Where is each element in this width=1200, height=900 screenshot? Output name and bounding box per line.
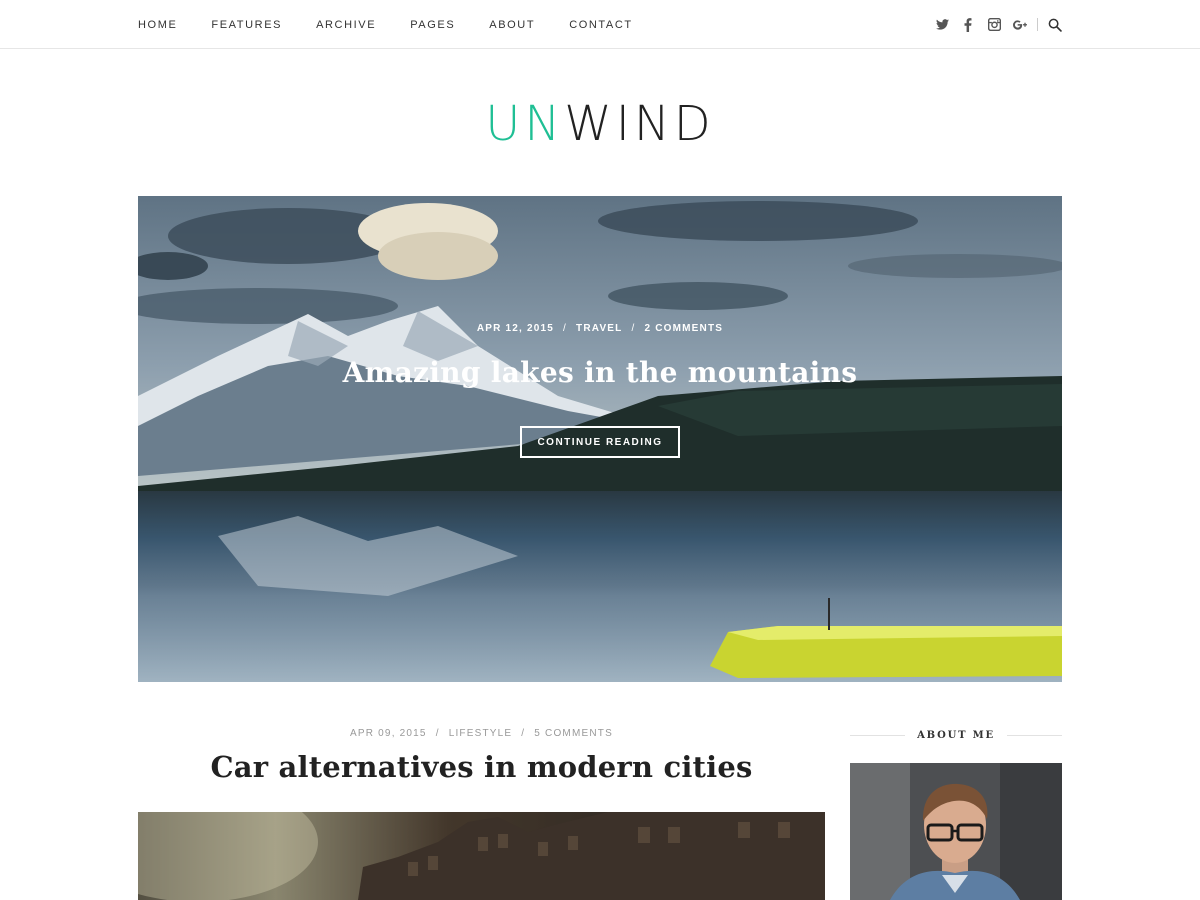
city-street-image [138,812,825,900]
continue-reading-button[interactable]: CONTINUE READING [520,426,680,458]
hero-post-meta: APR 12, 2015 / TRAVEL / 2 COMMENTS [138,323,1062,334]
top-navigation-bar: HOME FEATURES ARCHIVE PAGES ABOUT CONTAC… [0,0,1200,49]
hero-post-title[interactable]: Amazing lakes in the mountains [138,356,1062,389]
nav-item-archive[interactable]: ARCHIVE [316,19,376,31]
about-me-widget-title: ABOUT ME [850,727,1062,743]
twitter-icon[interactable] [935,18,949,32]
featured-post-hero: APR 12, 2015 / TRAVEL / 2 COMMENTS Amazing l… [138,196,1062,682]
google-plus-icon[interactable] [1013,18,1027,32]
post-meta: APR 09, 2015 / LIFESTYLE / 5 COMMENTS [138,728,825,739]
meta-separator: / [631,323,636,334]
nav-item-home[interactable]: HOME [138,19,177,31]
facebook-icon[interactable] [961,17,975,32]
hero-content: APR 12, 2015 / TRAVEL / 2 COMMENTS Amazing l… [138,196,1062,682]
meta-separator: / [563,323,568,334]
post-title[interactable]: Car alternatives in modern cities [138,750,825,784]
widget-title-text: ABOUT ME [917,729,995,741]
post-date[interactable]: APR 09, 2015 [350,728,427,739]
post-featured-image[interactable] [138,812,825,900]
search-icon[interactable] [1048,18,1062,32]
site-logo[interactable]: UNWIND [0,96,1200,152]
meta-separator: / [521,728,526,739]
social-links [923,0,1062,49]
hero-post-category[interactable]: TRAVEL [576,323,622,334]
logo-accent-text: UN [485,96,565,152]
author-portrait-image [850,763,1062,900]
about-me-photo [850,763,1062,900]
divider [850,734,906,736]
nav-item-about[interactable]: ABOUT [489,19,535,31]
post-category[interactable]: LIFESTYLE [449,728,513,739]
nav-item-contact[interactable]: CONTACT [569,19,633,31]
nav-item-pages[interactable]: PAGES [410,19,455,31]
divider [1037,18,1038,31]
meta-separator: / [435,728,440,739]
instagram-icon[interactable] [987,18,1001,32]
hero-post-comments[interactable]: 2 COMMENTS [644,323,723,334]
nav-item-features[interactable]: FEATURES [211,19,282,31]
post-comments[interactable]: 5 COMMENTS [534,728,613,739]
hero-post-date[interactable]: APR 12, 2015 [477,323,554,334]
logo-text: WIND [564,96,715,152]
divider [1006,734,1062,736]
main-menu: HOME FEATURES ARCHIVE PAGES ABOUT CONTAC… [138,0,633,49]
